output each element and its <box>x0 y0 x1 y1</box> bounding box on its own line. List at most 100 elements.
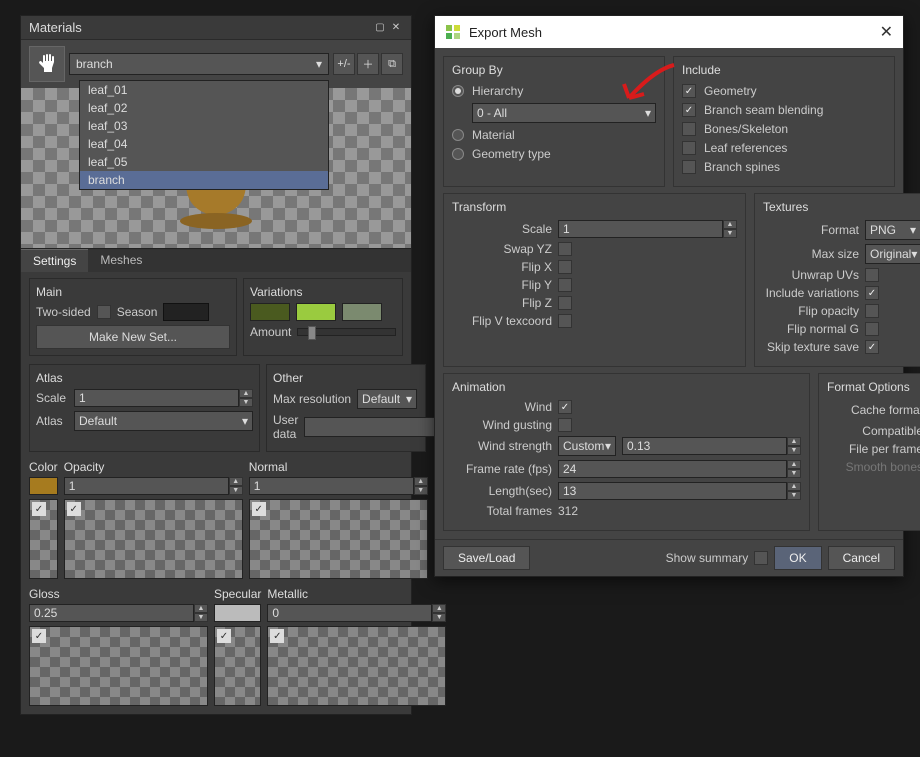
atlas-label: Atlas <box>36 414 68 428</box>
dropdown-item[interactable]: leaf_05 <box>80 153 328 171</box>
map-toggle-checkbox[interactable]: ✓ <box>32 502 46 516</box>
map-toggle-checkbox[interactable]: ✓ <box>217 629 231 643</box>
gloss-input[interactable]: ▲▼ <box>29 604 208 622</box>
metallic-map-preview[interactable]: ✓ <box>267 626 446 706</box>
show-summary-checkbox[interactable] <box>754 551 768 565</box>
dropdown-item-selected[interactable]: branch <box>80 171 328 189</box>
variation-swatch-1[interactable] <box>250 303 290 321</box>
add-remove-button[interactable]: +/- <box>333 53 355 75</box>
detach-icon[interactable]: ▢ <box>373 21 387 35</box>
save-load-button[interactable]: Save/Load <box>443 546 530 570</box>
two-sided-label: Two-sided <box>36 305 91 319</box>
tab-settings[interactable]: Settings <box>21 249 88 272</box>
swap-yz-checkbox[interactable] <box>558 242 572 256</box>
dialog-button-bar: Save/Load Show summary OK Cancel <box>435 539 903 576</box>
export-mesh-dialog: Export Mesh ✕ Group By Hierarchy 0 - All… <box>434 15 904 577</box>
normal-map-preview[interactable]: ✓ <box>249 499 428 579</box>
specular-map-swatch[interactable] <box>214 604 261 622</box>
material-dropdown[interactable]: branch ▾ <box>69 53 329 75</box>
max-res-dropdown[interactable]: Default▾ <box>357 389 417 409</box>
wind-strength-mode-dropdown[interactable]: Custom▾ <box>558 436 616 456</box>
map-toggle-checkbox[interactable]: ✓ <box>67 502 81 516</box>
texture-format-dropdown[interactable]: PNG▾ <box>865 220 920 240</box>
scale-input[interactable]: ▲▼ <box>558 220 737 238</box>
hierarchy-dropdown[interactable]: 0 - All▾ <box>472 103 656 123</box>
chevron-down-icon: ▾ <box>910 223 916 237</box>
flip-z-checkbox[interactable] <box>558 296 572 310</box>
two-sided-checkbox[interactable] <box>97 305 111 319</box>
amount-slider[interactable] <box>297 328 396 336</box>
materials-tabs: Settings Meshes <box>21 248 411 272</box>
chevron-down-icon: ▾ <box>406 392 412 406</box>
season-color[interactable] <box>163 303 209 321</box>
copy-button[interactable]: ⧉ <box>381 53 403 75</box>
map-toggle-checkbox[interactable]: ✓ <box>270 629 284 643</box>
include-variations-checkbox[interactable] <box>865 286 879 300</box>
make-new-set-button[interactable]: Make New Set... <box>36 325 230 349</box>
map-toggle-checkbox[interactable]: ✓ <box>252 502 266 516</box>
max-size-dropdown[interactable]: Original▾ <box>865 244 920 264</box>
chevron-down-icon: ▾ <box>605 439 611 453</box>
radio-hierarchy[interactable] <box>452 85 464 97</box>
flip-y-checkbox[interactable] <box>558 278 572 292</box>
ok-button[interactable]: OK <box>774 546 821 570</box>
unwrap-uvs-checkbox[interactable] <box>865 268 879 282</box>
wind-checkbox[interactable] <box>558 400 572 414</box>
frame-rate-input[interactable]: ▲▼ <box>558 460 801 478</box>
opacity-map-preview[interactable]: ✓ <box>64 499 243 579</box>
dropdown-item[interactable]: leaf_04 <box>80 135 328 153</box>
main-title: Main <box>36 285 230 299</box>
other-title: Other <box>273 371 419 385</box>
radio-material[interactable] <box>452 129 464 141</box>
map-toggle-checkbox[interactable]: ✓ <box>32 629 46 643</box>
hand-tool-icon[interactable] <box>29 46 65 82</box>
dropdown-item[interactable]: leaf_03 <box>80 117 328 135</box>
atlas-scale-field[interactable] <box>74 389 239 407</box>
skip-texture-save-checkbox[interactable] <box>865 340 879 354</box>
opacity-input[interactable]: ▲▼ <box>64 477 243 495</box>
bones-checkbox[interactable] <box>682 122 696 136</box>
spin-up-icon[interactable]: ▲ <box>239 389 253 398</box>
branch-seam-checkbox[interactable] <box>682 103 696 117</box>
atlas-dropdown[interactable]: Default▾ <box>74 411 253 431</box>
flip-v-checkbox[interactable] <box>558 314 572 328</box>
variation-swatch-2[interactable] <box>296 303 336 321</box>
specular-map-title: Specular <box>214 587 261 601</box>
cancel-button[interactable]: Cancel <box>828 546 895 570</box>
dropdown-item[interactable]: leaf_01 <box>80 81 328 99</box>
spin-down-icon[interactable]: ▼ <box>239 398 253 407</box>
atlas-title: Atlas <box>36 371 253 385</box>
color-map-preview[interactable]: ✓ <box>29 499 58 579</box>
app-icon <box>445 24 461 40</box>
chevron-down-icon: ▾ <box>242 414 248 428</box>
length-input[interactable]: ▲▼ <box>558 482 801 500</box>
materials-panel: Materials ▢ ✕ branch ▾ +/- ＋ ⧉ <box>20 15 412 715</box>
leaf-ref-checkbox[interactable] <box>682 141 696 155</box>
chevron-down-icon: ▾ <box>645 106 651 120</box>
flip-normal-g-checkbox[interactable] <box>865 322 879 336</box>
dialog-titlebar[interactable]: Export Mesh ✕ <box>435 16 903 48</box>
color-map-swatch[interactable] <box>29 477 58 495</box>
wind-gusting-checkbox[interactable] <box>558 418 572 432</box>
specular-map-preview[interactable]: ✓ <box>214 626 261 706</box>
wind-strength-input[interactable]: ▲▼ <box>622 437 801 455</box>
geometry-checkbox[interactable] <box>682 84 696 98</box>
metallic-input[interactable]: ▲▼ <box>267 604 446 622</box>
tab-meshes[interactable]: Meshes <box>88 249 154 272</box>
branch-spines-checkbox[interactable] <box>682 160 696 174</box>
include-title: Include <box>682 63 886 77</box>
atlas-scale-input[interactable]: ▲▼ <box>74 389 253 407</box>
gloss-map-preview[interactable]: ✓ <box>29 626 208 706</box>
material-dropdown-value: branch <box>76 57 113 71</box>
normal-input[interactable]: ▲▼ <box>249 477 428 495</box>
variation-swatch-3[interactable] <box>342 303 382 321</box>
flip-x-checkbox[interactable] <box>558 260 572 274</box>
atlas-scale-label: Scale <box>36 391 68 405</box>
close-icon[interactable]: ✕ <box>389 21 403 35</box>
close-icon[interactable]: ✕ <box>880 22 893 42</box>
add-button[interactable]: ＋ <box>357 53 379 75</box>
radio-geometry-type[interactable] <box>452 148 464 160</box>
dropdown-item[interactable]: leaf_02 <box>80 99 328 117</box>
flip-opacity-checkbox[interactable] <box>865 304 879 318</box>
max-res-label: Max resolution <box>273 392 351 406</box>
